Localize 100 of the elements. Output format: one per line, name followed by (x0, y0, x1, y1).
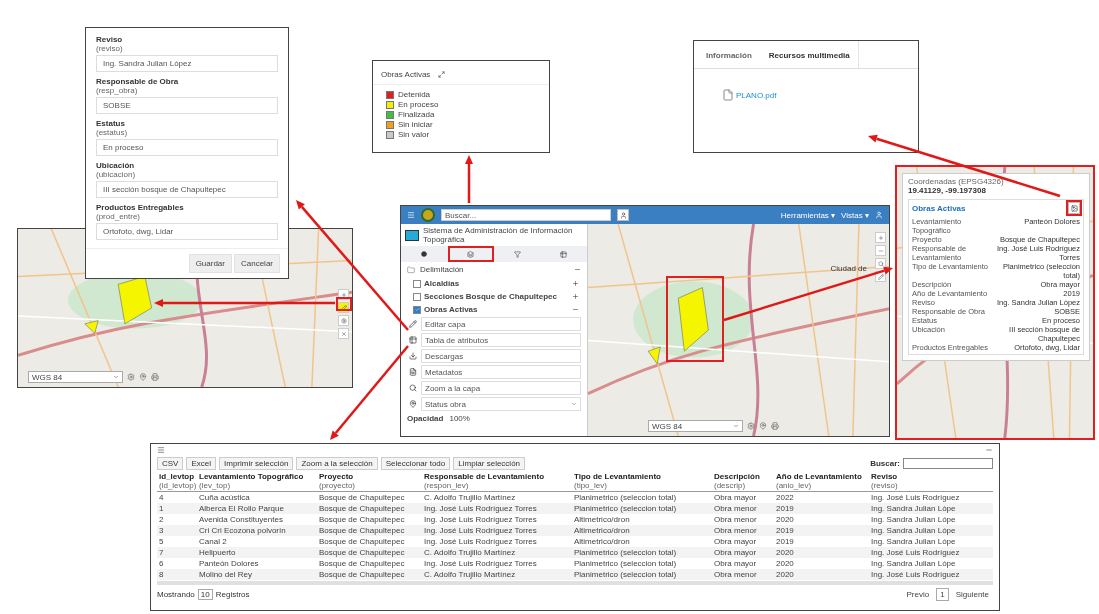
menu-item[interactable]: Vistas ▾ (841, 210, 869, 220)
menu-icon[interactable] (407, 211, 415, 219)
column-field: (reviso) (871, 481, 991, 490)
status-select[interactable]: Status obra (421, 397, 581, 411)
toolbar-button[interactable]: Limpiar selección (453, 457, 526, 470)
column-header[interactable]: id_levtop (159, 472, 195, 481)
column-header[interactable]: Responsable de Levantamiento (424, 472, 570, 481)
input-field[interactable]: III sección bosque de Chapultepec (96, 181, 278, 198)
minimize-icon[interactable] (985, 446, 993, 454)
monitor-icon (405, 229, 419, 241)
search-field[interactable] (903, 458, 993, 469)
pencil-icon[interactable] (409, 320, 417, 328)
page-size-select[interactable]: 10 (197, 589, 213, 600)
zoom-in-button[interactable] (338, 289, 349, 300)
opacity-label: Opacidad (407, 414, 444, 423)
toolbar-button[interactable]: Excel (186, 457, 216, 470)
caret-icon (733, 423, 739, 429)
checkbox[interactable] (413, 292, 421, 301)
table-icon[interactable] (409, 336, 417, 344)
settings-icon[interactable] (747, 422, 755, 430)
tab[interactable]: Recursos multimedia (760, 41, 859, 68)
page-button[interactable]: 1 (936, 588, 949, 601)
check-icon (414, 307, 420, 312)
document-icon[interactable] (409, 368, 417, 376)
edit-button[interactable] (338, 302, 349, 313)
arrow (465, 155, 473, 203)
column-header[interactable]: Año de Levantamiento (776, 472, 867, 481)
caret-icon (113, 374, 119, 380)
pin-icon[interactable] (139, 373, 147, 381)
input-field[interactable]: SOBSE (96, 97, 278, 114)
expand-icon[interactable] (572, 293, 579, 300)
previous-button[interactable]: Previo (902, 588, 934, 601)
close-icon (340, 330, 347, 337)
zoom-in-button[interactable] (875, 232, 886, 243)
toolbar-button[interactable]: CSV (157, 457, 184, 470)
user-icon (619, 211, 627, 219)
field-label: Ubicación (96, 161, 136, 170)
projection-select[interactable]: WGS 84 (28, 371, 123, 383)
user-search-button[interactable] (617, 209, 629, 221)
checkbox[interactable] (413, 279, 421, 288)
tool-item[interactable]: Tabla de atributos (421, 333, 581, 347)
toolbar-button[interactable]: Imprimir selección (219, 457, 294, 470)
collapse-icon[interactable] (572, 306, 579, 313)
column-field: (lev_top) (199, 481, 315, 490)
column-header[interactable]: Descripción (714, 472, 772, 481)
settings-icon[interactable] (127, 373, 135, 381)
column-header[interactable]: Proyecto (319, 472, 420, 481)
table-cell: Bosque de Chapultepec (317, 525, 422, 536)
printer-icon[interactable] (771, 422, 779, 430)
pin-icon (409, 400, 417, 408)
search-icon[interactable] (409, 384, 417, 392)
pin-icon[interactable] (759, 422, 767, 430)
table-cell: 2019 (774, 503, 869, 514)
collapse-icon[interactable] (574, 266, 581, 273)
edit-button[interactable] (875, 271, 886, 282)
tool-item[interactable]: Descargas (421, 349, 581, 363)
highlight-frame (336, 297, 352, 311)
pencil-icon (340, 304, 347, 311)
map-label: Ciudad de (830, 264, 867, 273)
toolbar-button[interactable]: Zoom a la selección (296, 457, 378, 470)
checkbox[interactable] (413, 305, 421, 314)
user-icon[interactable] (875, 211, 883, 219)
file-link[interactable]: PLANO.pdf (722, 89, 918, 101)
input-field[interactable]: Ing. Sandra Julian López (96, 55, 278, 72)
tool-item[interactable]: Zoom a la capa (421, 381, 581, 395)
menu-item[interactable]: Herramientas ▾ (780, 210, 836, 220)
dot-icon (421, 251, 428, 257)
close-button[interactable] (338, 328, 349, 339)
settings-button[interactable] (338, 315, 349, 326)
column-header[interactable]: Reviso (871, 472, 991, 481)
plus-icon (877, 234, 884, 241)
toolbar-button[interactable]: Seleccionar todo (380, 457, 451, 470)
expand-icon[interactable] (572, 280, 579, 287)
input-field[interactable]: En proceso (96, 139, 278, 156)
projection-select[interactable]: WGS 84 (648, 420, 743, 432)
tab[interactable]: Información (698, 41, 761, 68)
printer-icon[interactable] (151, 373, 159, 381)
tool-item[interactable]: Metadatos (421, 365, 581, 379)
column-field: (descrip) (714, 481, 772, 490)
field-name: (resp_obra) (96, 86, 139, 95)
menu-icon[interactable] (157, 446, 165, 454)
expand-icon[interactable] (438, 71, 446, 78)
search-button[interactable] (875, 258, 886, 269)
table-cell: Cri Cri Ecozona polvorín (197, 525, 317, 536)
search-field[interactable]: Buscar... (441, 209, 611, 221)
legend-label: Sin valor (398, 130, 430, 139)
layer-name: Obras Activas (424, 305, 479, 314)
input-field[interactable]: Ortofoto, dwg, Lidar (96, 223, 278, 240)
cancel-button[interactable]: Cancelar (234, 254, 280, 273)
column-header[interactable]: Levantamiento Topográfico (199, 472, 315, 481)
download-icon[interactable] (409, 352, 417, 360)
tab[interactable] (447, 246, 494, 262)
table-cell: Obra mayor (712, 547, 774, 558)
column-header[interactable]: Tipo de Levantamiento (574, 472, 710, 481)
save-button[interactable]: Guardar (188, 254, 232, 273)
next-button[interactable]: Siguiente (951, 588, 993, 601)
image-button[interactable] (1068, 202, 1080, 214)
field-label: Productos Entregables (96, 203, 185, 212)
tool-item[interactable]: Editar capa (421, 317, 581, 331)
table-cell: 2020 (774, 569, 869, 580)
